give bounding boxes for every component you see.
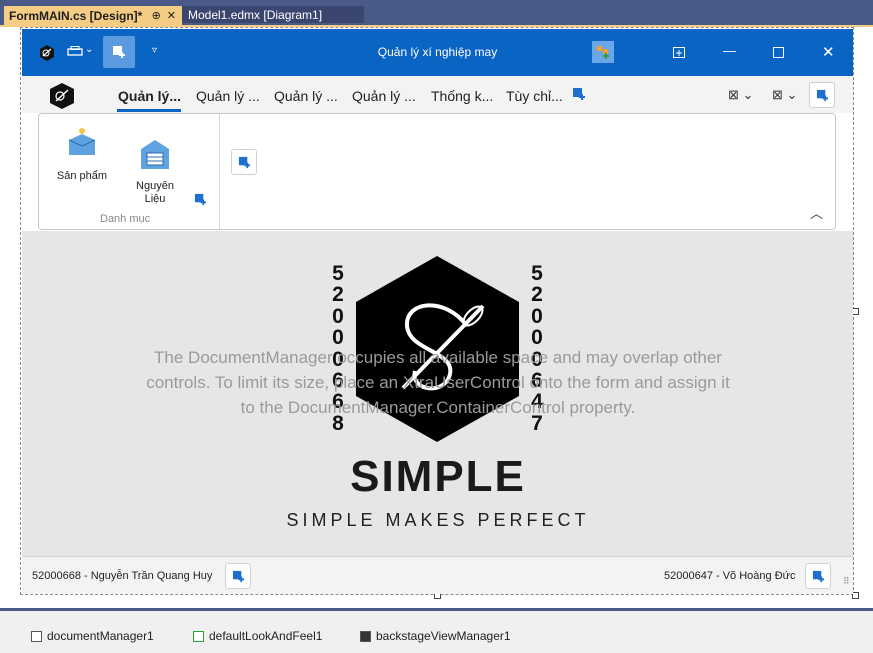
document-manager-hint: The DocumentManager occupies all availab… <box>146 348 730 417</box>
add-item-icon <box>238 156 251 169</box>
add-status-item-button[interactable] <box>225 563 251 589</box>
tray-label: documentManager1 <box>47 629 154 643</box>
add-status-item-right-button[interactable] <box>805 563 831 589</box>
tab-quan-ly-1[interactable]: Quản lý... <box>118 88 181 104</box>
document-manager-icon <box>31 630 42 642</box>
logo-wordmark: SIMPLE <box>350 452 526 501</box>
active-tab-indicator <box>117 109 181 112</box>
close-icon[interactable]: ✕ <box>167 9 176 22</box>
tray-backstage-view-manager[interactable]: backstageViewManager1 <box>360 629 511 643</box>
logo-tagline: SIMPLE MAKES PERFECT <box>286 510 590 530</box>
add-group-button[interactable] <box>231 149 257 175</box>
tab-tuy-chinh[interactable]: Tùy chỉ... <box>506 88 563 104</box>
san-pham-button[interactable]: Sản phẩm <box>52 125 112 182</box>
tray-document-manager[interactable]: documentManager1 <box>31 629 154 643</box>
tab-quan-ly-2[interactable]: Quản lý ... <box>196 88 260 104</box>
add-header-item-button[interactable] <box>809 82 835 108</box>
button-label: Sản phẩm <box>56 170 108 182</box>
add-page-icon[interactable] <box>572 87 586 101</box>
maximize-icon[interactable] <box>773 47 784 58</box>
minimize-icon[interactable]: — <box>723 43 736 58</box>
status-right-text: 52000647 - Võ Hoàng Đức <box>664 570 796 582</box>
look-and-feel-icon <box>193 630 204 642</box>
form-titlebar: ⌄ ▿ Quản lý xí nghiệp may — ✕ <box>22 29 853 76</box>
resize-handle[interactable] <box>852 308 859 315</box>
pin-icon[interactable]: ⊕ <box>152 9 161 22</box>
add-components-icon <box>597 46 609 59</box>
ribbon-tab-bar: Quản lý... Quản lý ... Quản lý ... Quản … <box>22 76 853 113</box>
close-icon[interactable]: ✕ <box>822 43 835 61</box>
tray-label: backstageViewManager1 <box>376 629 511 643</box>
tab-label: Model1.edmx [Diagram1] <box>188 7 323 22</box>
tab-label: FormMAIN.cs [Design]* <box>9 8 143 23</box>
nguyen-lieu-button[interactable]: Nguyên Liệu <box>125 125 185 218</box>
group-separator <box>219 114 220 229</box>
status-left-text: 52000668 - Nguyễn Trần Quang Huy <box>32 570 213 582</box>
warehouse-icon <box>141 140 169 169</box>
tab-quan-ly-3[interactable]: Quản lý ... <box>274 88 338 104</box>
app-menu-logo-icon[interactable] <box>48 82 76 110</box>
group-label: Danh mục <box>100 213 151 225</box>
backstage-icon[interactable] <box>673 47 685 58</box>
add-item-icon <box>812 570 825 583</box>
tray-label: defaultLookAndFeel1 <box>209 629 323 643</box>
button-label: Nguyên Liệu <box>136 180 174 205</box>
page-header-items-icon[interactable]: ⊠ ⌄ <box>728 87 753 103</box>
tab-formmain-design[interactable]: FormMAIN.cs [Design]* ⊕ ✕ <box>4 6 182 25</box>
add-group-item-icon[interactable] <box>194 193 207 206</box>
tab-quan-ly-4[interactable]: Quản lý ... <box>352 88 416 104</box>
tray-default-look-and-feel[interactable]: defaultLookAndFeel1 <box>193 629 322 643</box>
add-item-icon <box>232 570 245 583</box>
size-grip-icon[interactable]: ⠿ <box>843 576 850 587</box>
toolbar-items-icon[interactable]: ⊠ ⌄ <box>772 87 797 103</box>
backstage-manager-icon <box>360 630 371 642</box>
smart-tag-badge[interactable] <box>592 41 614 63</box>
add-item-icon <box>816 89 829 102</box>
product-box-icon <box>68 128 96 155</box>
collapse-ribbon-icon[interactable]: ︿ <box>810 203 823 222</box>
tab-thong-ke[interactable]: Thống k... <box>431 88 493 104</box>
resize-handle[interactable] <box>852 592 859 599</box>
tab-model-diagram[interactable]: Model1.edmx [Diagram1] <box>182 6 364 23</box>
